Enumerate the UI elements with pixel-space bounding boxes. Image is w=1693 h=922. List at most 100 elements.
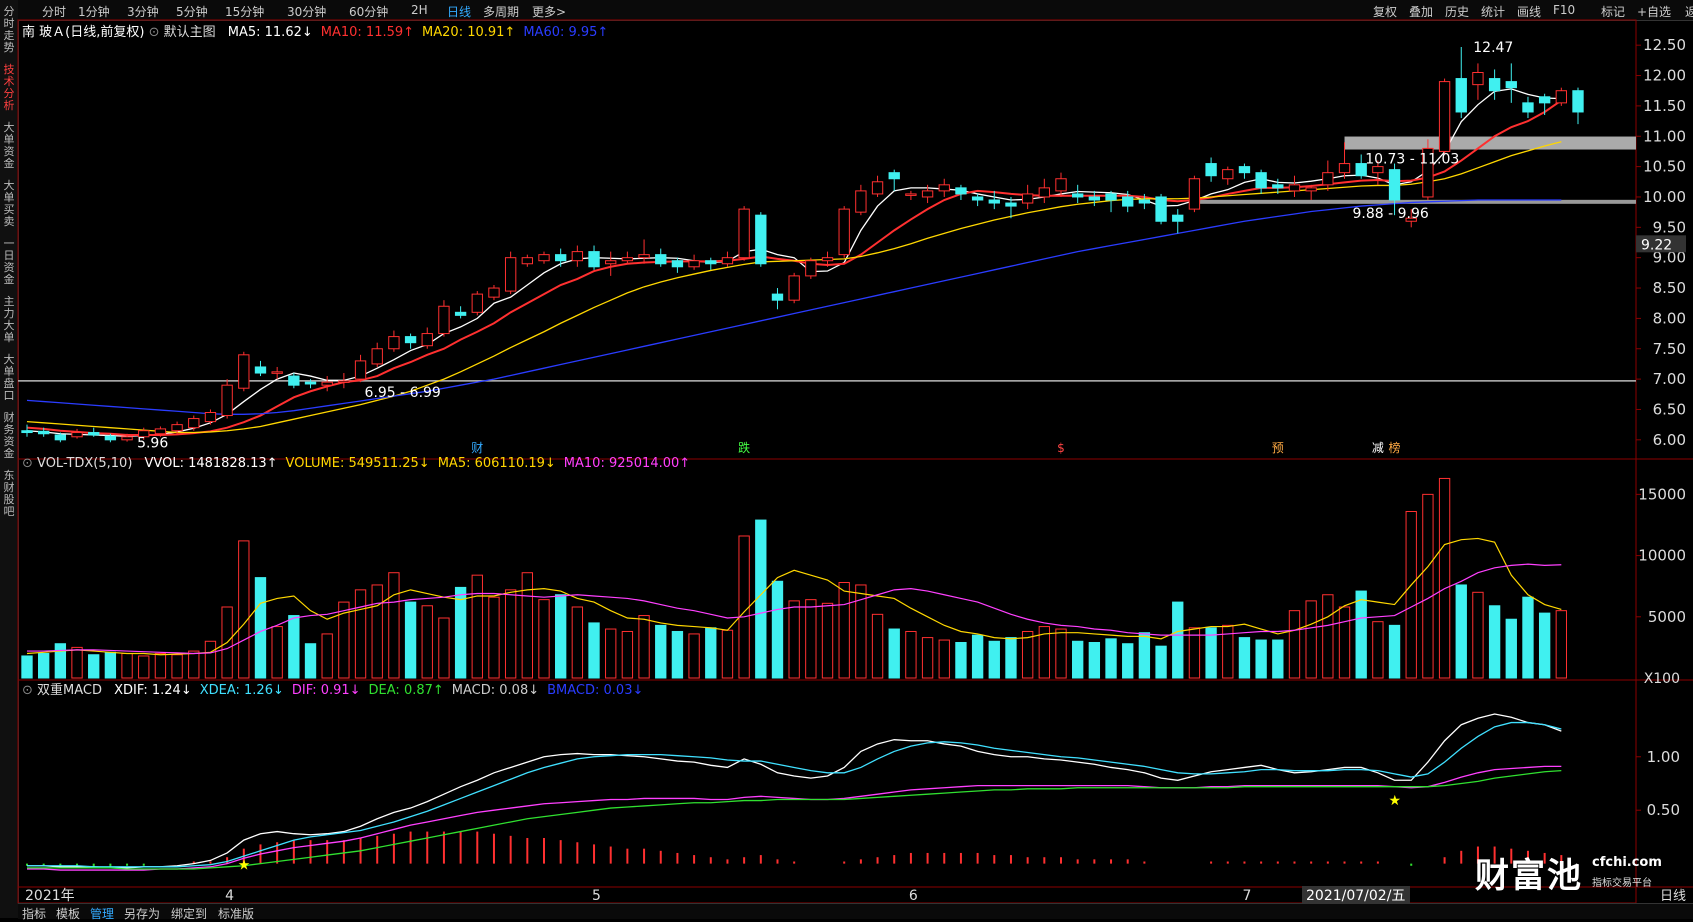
candle-body-59 [1005, 202, 1017, 207]
price-tick-label-10: 11.00 [1643, 127, 1686, 145]
volume-bar-64 [1088, 641, 1101, 679]
bottom-tab-1[interactable]: 模板 [56, 905, 80, 922]
candle-body-32 [555, 254, 567, 262]
cursor-date: 2021/07/02/五 [1306, 888, 1405, 904]
candle-body-63 [1072, 193, 1084, 198]
volume-bar-79 [1338, 606, 1351, 679]
bottom-tab-5[interactable]: 标准版 [218, 905, 254, 922]
volume-bar-65 [1105, 638, 1117, 679]
candle-body-67 [1138, 199, 1151, 204]
candle-body-33 [571, 251, 584, 262]
candle-body-27 [471, 293, 483, 313]
volume-title: VOL-TDX(5,10) [37, 456, 133, 471]
price-tick-label-9: 10.50 [1643, 158, 1686, 176]
volume-bar-10 [188, 650, 200, 679]
candle-body-87 [1472, 72, 1484, 86]
volume-bar-2 [54, 643, 67, 679]
volume-bar-22 [388, 572, 400, 679]
candle-body-49 [838, 208, 850, 256]
candle-body-58 [988, 199, 1000, 204]
volume-bar-6 [121, 653, 133, 679]
macd-legend: ⊙ 双重MACD XDIF: 1.24↓ XDEA: 1.26↓ DIF: 0.91… [22, 683, 644, 698]
candle-body-91 [1538, 96, 1551, 104]
volume-bar-89 [1505, 618, 1517, 679]
volume-bar-46 [788, 600, 800, 679]
volume-bar-29 [504, 589, 517, 679]
macd-legend-item-2: DIF: 0.91↓ [291, 683, 361, 698]
bottom-tab-2[interactable]: 管理 [90, 905, 114, 922]
price-tick-label-2: 7.00 [1653, 370, 1686, 388]
candle-body-51 [871, 181, 884, 195]
volume-bar-9 [171, 654, 183, 679]
volume-bar-32 [555, 594, 567, 679]
candle-body-22 [388, 336, 400, 350]
candle-body-35 [605, 260, 617, 265]
bottom-tab-3[interactable]: 另存为 [124, 905, 160, 922]
price-tick-label-13: 12.50 [1643, 36, 1686, 54]
volume-bar-45 [771, 580, 784, 679]
vol-tick-label-0: 5000 [1648, 608, 1686, 626]
volume-bar-34 [588, 622, 600, 679]
volume-bar-63 [1072, 640, 1084, 679]
candle-body-75 [1272, 184, 1284, 189]
candle-body-65 [1105, 193, 1117, 201]
watermark-site: cfchi.com [1592, 855, 1662, 870]
macd-line-dif [27, 765, 1562, 871]
event-marker-4: 减 [1372, 441, 1384, 455]
candle-body-4 [88, 432, 100, 436]
macd-line-xdif [27, 713, 1562, 869]
price-tick-label-12: 12.00 [1643, 67, 1686, 85]
volume-bar-36 [621, 630, 634, 679]
macd-title: 双重MACD [37, 683, 102, 698]
volume-bar-86 [1455, 584, 1467, 679]
volume-bar-78 [1322, 594, 1334, 679]
main-chart-label[interactable]: 默认主图 [164, 25, 216, 40]
volume-bar-90 [1522, 596, 1534, 679]
candle-body-13 [238, 354, 250, 389]
candle-body-56 [955, 187, 967, 195]
candle-body-45 [771, 293, 784, 301]
volume-bar-48 [821, 602, 834, 679]
volume-bar-40 [688, 633, 700, 679]
volume-bar-43 [738, 535, 750, 679]
vol-tick-label-2: 15000 [1638, 485, 1686, 503]
volume-bar-37 [638, 615, 650, 679]
volume-bar-53 [905, 630, 917, 679]
event-marker-5: 榜 [1389, 440, 1401, 455]
bottom-toolbar: 指标 模板 管理 另存为 绑定到 标准版 [18, 903, 1693, 922]
candle-body-5 [104, 435, 117, 441]
volume-bar-42 [721, 629, 734, 679]
stock-title: 南 玻Ａ(日线,前复权) [22, 25, 145, 40]
price-tick-label-5: 8.50 [1653, 279, 1686, 297]
macd-legend-item-5: BMACD: 0.03↓ [547, 683, 644, 698]
volume-bar-8 [154, 653, 167, 679]
vol-legend-item-3: MA10: 925014.00↑ [563, 456, 691, 471]
volume-bar-7 [138, 655, 150, 679]
candle-body-3 [71, 432, 83, 438]
volume-legend: ⊙ VOL-TDX(5,10) VVOL: 1481828.13↑ VOLUME:… [22, 456, 691, 471]
volume-bar-15 [271, 626, 283, 679]
volume-bar-26 [454, 586, 467, 679]
candle-body-25 [438, 305, 450, 335]
volume-bar-56 [955, 641, 967, 679]
macd-tick-label-0: 0.50 [1647, 801, 1680, 819]
volume-bar-74 [1255, 639, 1267, 679]
candle-body-39 [671, 260, 684, 268]
bottom-tab-0[interactable]: 指标 [22, 905, 46, 922]
volume-bar-38 [655, 624, 667, 679]
volume-bar-24 [421, 605, 433, 679]
candle-body-40 [688, 260, 700, 268]
volume-bar-0 [21, 655, 33, 679]
volume-bar-14 [254, 577, 267, 679]
ma-line-ma10 [26, 99, 1562, 436]
volume-bar-23 [404, 601, 417, 679]
volume-bar-21 [371, 584, 383, 679]
candle-body-66 [1122, 196, 1134, 207]
bottom-tab-4[interactable]: 绑定到 [171, 905, 207, 922]
annot-high: 12.47 [1473, 40, 1513, 56]
price-legend: 南 玻Ａ(日线,前复权) ⊙ 默认主图 MA5: 11.62↓ MA10: 11.… [22, 25, 609, 40]
candle-body-52 [888, 172, 900, 180]
candle-body-73 [1238, 166, 1251, 174]
annot-band2: 9.88 - 9.96 [1353, 206, 1429, 222]
volume-bar-33 [571, 606, 584, 679]
